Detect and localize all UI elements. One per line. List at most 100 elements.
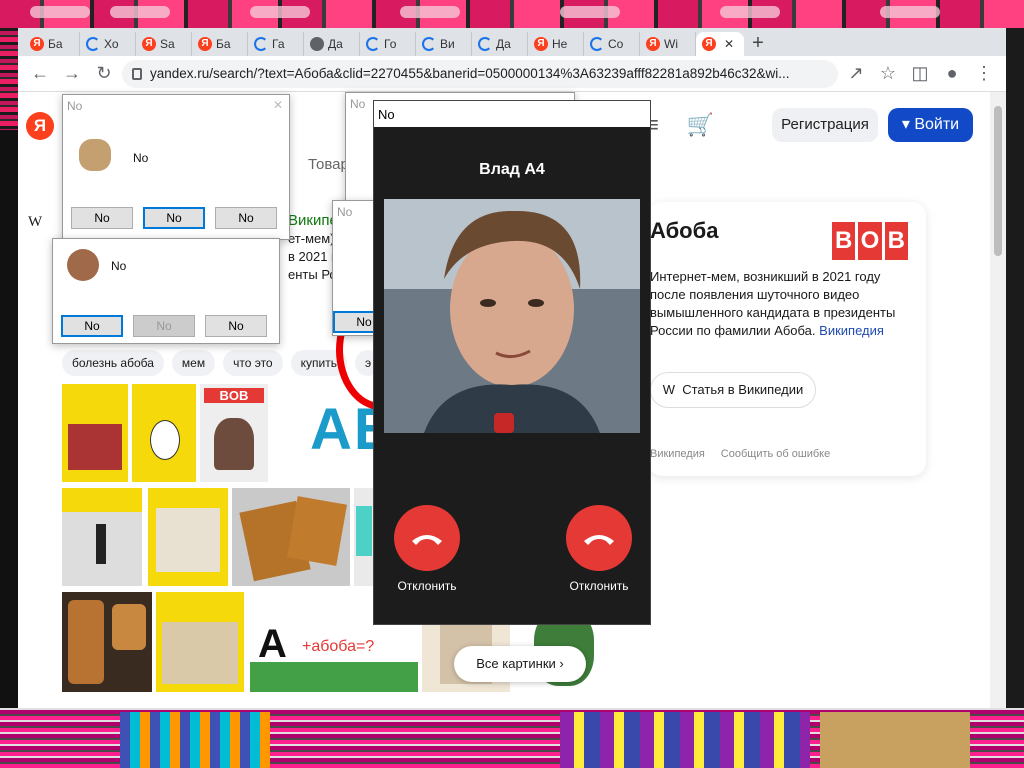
address-bar[interactable]: yandex.ru/search/?text=Абоба&clid=227045… (122, 59, 838, 88)
no-button[interactable]: No (61, 315, 123, 337)
lock-icon (132, 67, 142, 80)
caller-name: Влад А4 (479, 161, 545, 178)
back-icon[interactable]: ← (26, 60, 54, 88)
close-tab-icon[interactable]: ✕ (724, 37, 734, 51)
all-images-button[interactable]: Все картинки › (454, 646, 586, 682)
yandex-icon: Я (534, 37, 548, 51)
browser-tab[interactable]: Га (248, 32, 304, 56)
tab-label: Wi (664, 37, 678, 51)
page-scrollbar[interactable] (990, 92, 1006, 708)
hangup-icon (584, 535, 614, 545)
image-thumb[interactable] (132, 384, 196, 482)
yandex-logo[interactable]: Я (26, 112, 54, 140)
no-button[interactable]: No (133, 315, 195, 337)
reload-icon[interactable]: ↻ (90, 60, 118, 88)
decline-call-button[interactable] (566, 505, 632, 571)
bob-logo: B O B (832, 222, 908, 260)
yandex-icon: Я (30, 37, 44, 51)
scrollbar-thumb[interactable] (994, 106, 1002, 256)
menu-icon[interactable]: ⋮ (970, 60, 998, 88)
tab-goods[interactable]: Товар (308, 156, 349, 173)
wikipedia-article-button[interactable]: W Статья в Википедии (650, 372, 816, 408)
source-link[interactable]: Википедия (650, 448, 705, 460)
browser-tab[interactable]: Да (304, 32, 360, 56)
tab-label: Со (608, 37, 624, 51)
browser-toolbar: ← → ↻ yandex.ru/search/?text=Абоба&clid=… (18, 56, 1006, 92)
browser-tab[interactable]: Я Ба (192, 32, 248, 56)
browser-tab[interactable]: Со (584, 32, 640, 56)
image-thumb[interactable] (62, 592, 152, 692)
report-error-link[interactable]: Сообщить об ошибке (721, 448, 830, 460)
image-thumb[interactable] (156, 592, 244, 692)
decline-call-button[interactable] (394, 505, 460, 571)
image-thumb[interactable] (62, 384, 128, 482)
wikipedia-link[interactable]: Википедия (819, 323, 884, 338)
browser-tab[interactable]: Хо (80, 32, 136, 56)
bookmark-star-icon[interactable]: ☆ (874, 60, 902, 88)
login-label: Войти (914, 116, 960, 133)
dialog-message: No (111, 259, 127, 273)
loading-icon (478, 37, 492, 51)
sidebar-icon[interactable]: ◫ (906, 60, 934, 88)
image-thumb[interactable] (232, 488, 350, 586)
image-thumb[interactable] (148, 488, 228, 586)
related-search-chip[interactable]: что это (223, 350, 283, 376)
yandex-icon: Я (646, 37, 660, 51)
glitch-artifact-left (0, 130, 20, 710)
all-images-label: Все картинки (476, 656, 556, 671)
browser-tab[interactable]: Го (360, 32, 416, 56)
browser-tab[interactable]: Я Ба (24, 32, 80, 56)
image-thumb[interactable] (62, 488, 142, 586)
aboba-meme-text: +абоба=? (302, 638, 375, 655)
dialog-message: No (133, 151, 149, 165)
tab-label: Ба (216, 37, 231, 51)
new-tab-button[interactable]: + (744, 32, 772, 56)
dialog-title: No (67, 99, 83, 113)
browser-tab[interactable]: Да (472, 32, 528, 56)
image-thumb[interactable]: BOB (200, 384, 268, 482)
wikipedia-icon: W (28, 214, 43, 230)
related-chips: болезнь абоба мем что это купить э (62, 350, 382, 376)
loading-icon (366, 37, 380, 51)
tab-label: Sa (160, 37, 175, 51)
tab-label: Ви (440, 37, 455, 51)
bob-logo: BOB (204, 388, 264, 403)
loading-icon (86, 37, 100, 51)
tab-label: Ба (48, 37, 63, 51)
decline-label: Отклонить (397, 579, 457, 593)
caller-photo (384, 199, 640, 433)
no-button[interactable]: No (205, 315, 267, 337)
knowledge-title: Абоба (650, 218, 719, 243)
share-icon[interactable]: ↗ (842, 60, 870, 88)
browser-tab[interactable]: Я Sa (136, 32, 192, 56)
decline-label: Отклонить (569, 579, 629, 593)
image-thumb[interactable] (354, 488, 374, 586)
cart-icon[interactable]: 🛒 (687, 112, 714, 138)
no-button[interactable]: No (143, 207, 205, 229)
message-dialog: No ✕ No No No No (62, 94, 290, 240)
browser-tab[interactable]: Я Не (528, 32, 584, 56)
related-search-chip[interactable]: мем (171, 350, 216, 376)
tab-label: Га (272, 37, 285, 51)
tab-strip: Я Ба Хо Я Sa Я Ба Га Да Го Ви Да Я Не Со Я Wi Я ✕ + (18, 28, 1006, 56)
tab-label: Не (552, 37, 568, 51)
tab-active[interactable]: Я ✕ (696, 32, 744, 56)
no-button[interactable]: No (215, 207, 277, 229)
no-button[interactable]: No (71, 207, 133, 229)
incoming-call-window: No Влад А4 Отклонить Отклонить (373, 100, 651, 625)
browser-tab[interactable]: Ви (416, 32, 472, 56)
url-text: yandex.ru/search/?text=Абоба&clid=227045… (150, 66, 790, 81)
browser-tab[interactable]: Я Wi (640, 32, 696, 56)
close-icon[interactable]: ✕ (273, 98, 283, 112)
globe-icon (310, 37, 324, 51)
loading-icon (590, 37, 604, 51)
tab-label: Хо (104, 37, 119, 51)
profile-icon[interactable]: ● (938, 60, 966, 88)
loading-icon (254, 37, 268, 51)
hangup-icon (412, 535, 442, 545)
glitch-artifact-bottom (0, 708, 1024, 768)
login-button[interactable]: ▾ Войти (888, 108, 973, 142)
forward-icon[interactable]: → (58, 60, 86, 88)
related-search-chip[interactable]: болезнь абоба (62, 350, 164, 376)
register-button[interactable]: Регистрация (772, 108, 878, 142)
